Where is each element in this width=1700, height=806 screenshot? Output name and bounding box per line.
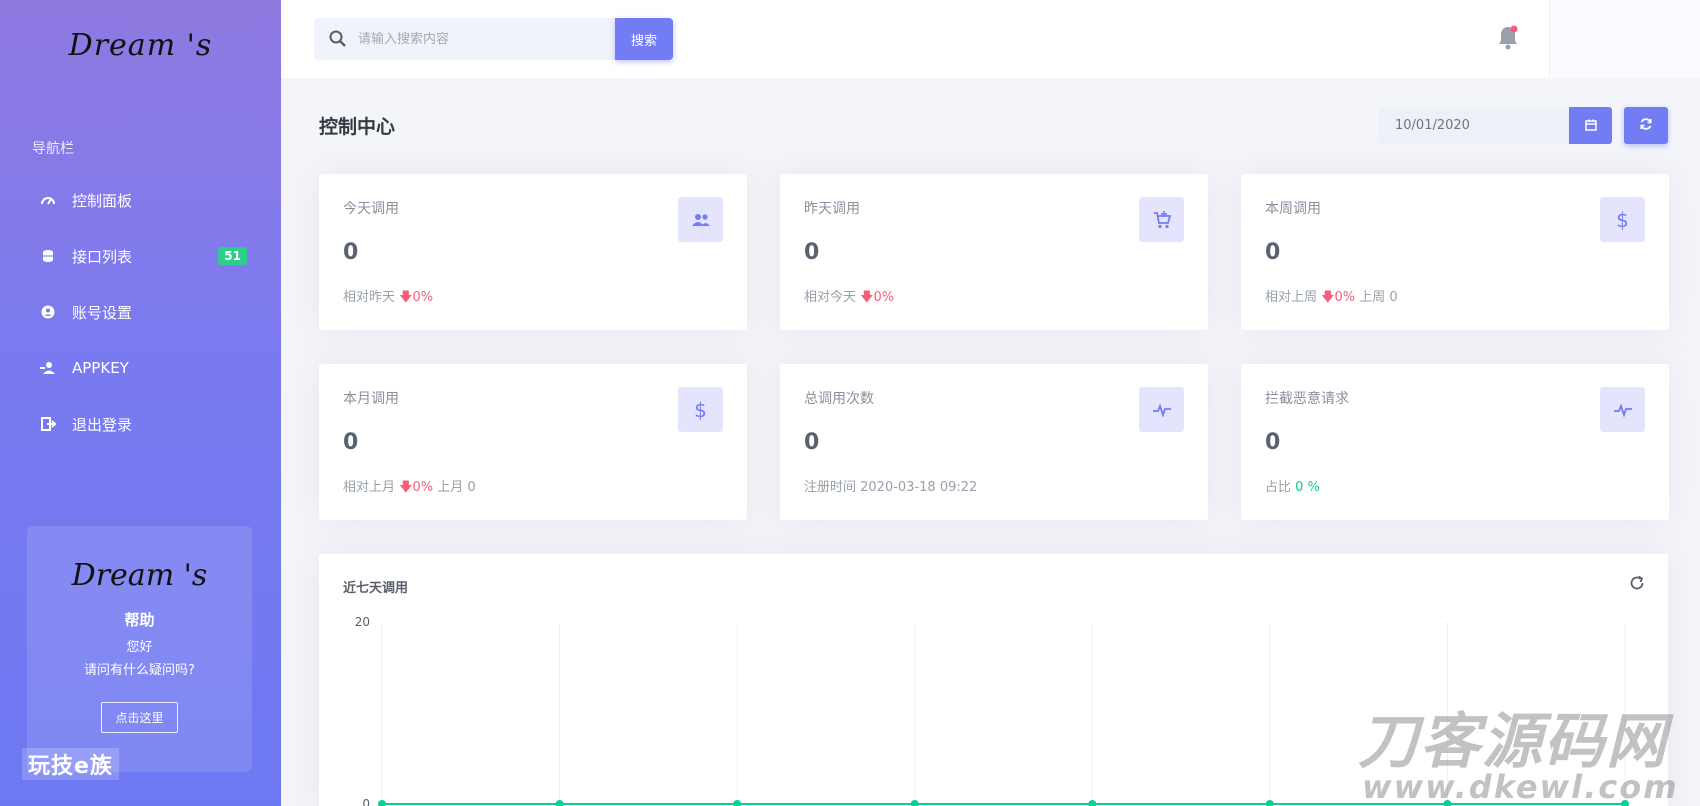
watermark-right-url: www.dkewl.com bbox=[1362, 768, 1679, 806]
dollar-icon: $ bbox=[1600, 197, 1645, 242]
sidebar-item-api-list[interactable]: 接口列表 51 bbox=[0, 234, 281, 278]
card-label: 本周调用 bbox=[1265, 201, 1321, 217]
search-input[interactable] bbox=[358, 18, 608, 60]
data-point bbox=[555, 800, 564, 806]
sidebar-item-label: 接口列表 bbox=[72, 247, 133, 266]
stat-card-total: 总调用次数 0 注册时间 2020-03-18 09:22 bbox=[780, 364, 1208, 520]
help-greeting: 您好 bbox=[126, 640, 153, 655]
dollar-icon: $ bbox=[678, 387, 723, 432]
sidebar: Dream 's 导航栏 控制面板 接口列表 51 账号设置 APPKEY 退出… bbox=[0, 0, 281, 806]
refresh-icon bbox=[1639, 116, 1653, 135]
search-box bbox=[314, 18, 616, 60]
data-point bbox=[733, 800, 742, 806]
database-icon bbox=[40, 248, 56, 264]
search-button[interactable]: 搜索 bbox=[615, 18, 673, 60]
calendar-button[interactable] bbox=[1569, 107, 1612, 144]
nav-title: 导航栏 bbox=[32, 141, 74, 157]
data-point bbox=[1265, 800, 1274, 806]
data-point bbox=[1088, 800, 1097, 806]
stat-card-blocked: 拦截恶意请求 0 占比 0 % bbox=[1241, 364, 1669, 520]
data-point bbox=[378, 800, 386, 806]
logout-icon bbox=[40, 416, 56, 432]
card-value: 0 bbox=[343, 240, 359, 265]
stat-card-today: 今天调用 0 相对昨天 🡇0% bbox=[319, 174, 747, 330]
sidebar-item-label: 退出登录 bbox=[72, 415, 133, 434]
sidebar-item-account-settings[interactable]: 账号设置 bbox=[0, 290, 281, 334]
card-footer: 相对上月 🡇0% 上月 0 bbox=[343, 480, 476, 495]
card-value: 0 bbox=[343, 430, 359, 455]
card-label: 总调用次数 bbox=[804, 391, 874, 407]
arrow-down-icon: 🡇 bbox=[399, 480, 413, 495]
card-value: 0 bbox=[804, 430, 820, 455]
card-label: 拦截恶意请求 bbox=[1265, 391, 1349, 407]
arrow-down-icon: 🡇 bbox=[1321, 290, 1335, 305]
data-point bbox=[910, 800, 919, 806]
sidebar-item-label: APPKEY bbox=[72, 359, 129, 377]
speedometer-icon bbox=[40, 192, 56, 208]
help-button[interactable]: 点击这里 bbox=[101, 702, 178, 733]
card-footer: 相对今天 🡇0% bbox=[804, 290, 895, 305]
account-icon bbox=[40, 304, 56, 320]
arrow-down-icon: 🡇 bbox=[860, 290, 874, 305]
pulse-icon bbox=[1600, 387, 1645, 432]
user-key-icon bbox=[40, 360, 56, 376]
sidebar-item-label: 账号设置 bbox=[72, 303, 133, 322]
help-card: Dream 's 帮助 您好 请问有什么疑问吗? 点击这里 bbox=[27, 526, 252, 772]
card-footer: 占比 0 % bbox=[1265, 480, 1320, 495]
sidebar-item-logout[interactable]: 退出登录 bbox=[0, 402, 281, 446]
card-footer: 相对昨天 🡇0% bbox=[343, 290, 434, 305]
card-label: 本月调用 bbox=[343, 391, 399, 407]
stat-card-yesterday: 昨天调用 0 相对今天 🡇0% bbox=[780, 174, 1208, 330]
stat-card-month: 本月调用 0 相对上月 🡇0% 上月 0 $ bbox=[319, 364, 747, 520]
y-tick-label: 20 bbox=[355, 615, 370, 629]
y-tick-label: 0 bbox=[362, 797, 370, 806]
card-value: 0 bbox=[1265, 430, 1281, 455]
logo: Dream 's bbox=[68, 28, 213, 63]
card-value: 0 bbox=[1265, 240, 1281, 265]
user-menu[interactable] bbox=[1549, 0, 1700, 78]
search-icon bbox=[328, 29, 348, 53]
cart-icon bbox=[1139, 197, 1184, 242]
help-title: 帮助 bbox=[124, 611, 155, 629]
pulse-icon bbox=[1139, 387, 1184, 432]
watermark-right: 刀客源码网 bbox=[1358, 707, 1668, 777]
watermark-left: 玩技e族 bbox=[22, 748, 119, 780]
sidebar-item-dashboard[interactable]: 控制面板 bbox=[0, 178, 281, 222]
stat-card-week: 本周调用 0 相对上周 🡇0% 上周 0 $ bbox=[1241, 174, 1669, 330]
help-logo: Dream 's bbox=[71, 558, 208, 593]
calendar-icon bbox=[1584, 116, 1597, 135]
card-footer: 相对上周 🡇0% 上周 0 bbox=[1265, 290, 1398, 305]
card-label: 今天调用 bbox=[343, 201, 399, 217]
count-badge: 51 bbox=[218, 247, 247, 265]
card-label: 昨天调用 bbox=[804, 201, 860, 217]
page-title: 控制中心 bbox=[319, 116, 396, 138]
bell-icon[interactable] bbox=[1496, 24, 1520, 56]
sidebar-item-label: 控制面板 bbox=[72, 191, 133, 210]
card-footer: 注册时间 2020-03-18 09:22 bbox=[804, 480, 978, 495]
card-value: 0 bbox=[804, 240, 820, 265]
refresh-button[interactable] bbox=[1624, 107, 1668, 144]
date-picker-input[interactable]: 10/01/2020 bbox=[1379, 107, 1569, 144]
topbar: 搜索 bbox=[281, 0, 1700, 78]
users-icon bbox=[678, 197, 723, 242]
arrow-down-icon: 🡇 bbox=[399, 290, 413, 305]
help-question: 请问有什么疑问吗? bbox=[84, 663, 195, 678]
sidebar-item-appkey[interactable]: APPKEY bbox=[0, 346, 281, 390]
